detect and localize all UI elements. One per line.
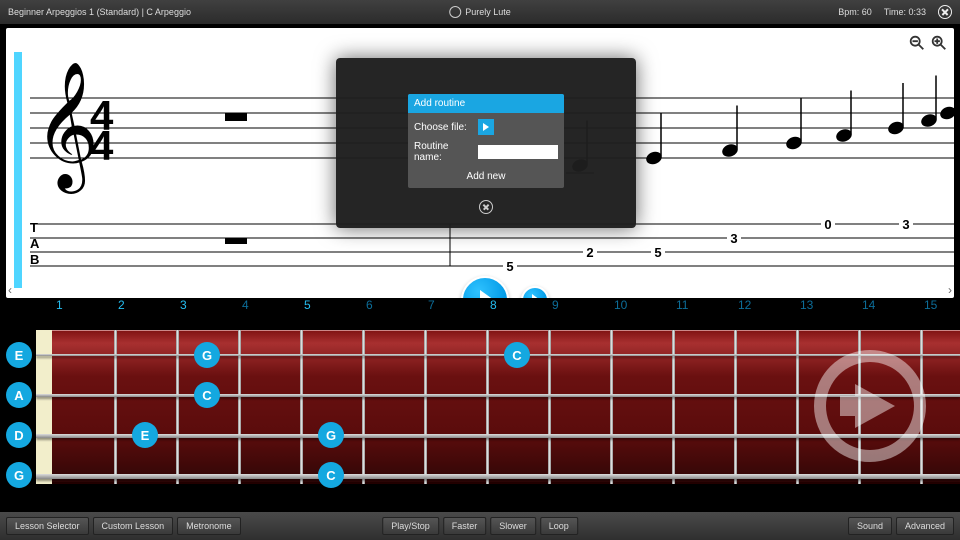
open-string-label: G — [6, 462, 32, 488]
fret-note: E — [132, 422, 158, 448]
choose-file-label: Choose file: — [414, 122, 472, 133]
fret-number: 2 — [118, 298, 180, 318]
loop-button[interactable]: Loop — [540, 517, 578, 535]
svg-text:2: 2 — [586, 245, 593, 260]
app-logo: Purely Lute — [449, 6, 511, 18]
add-new-button[interactable]: Add new — [414, 169, 558, 186]
zoom-out-icon[interactable] — [908, 34, 926, 52]
open-string-label: E — [6, 342, 32, 368]
metronome-button[interactable]: Metronome — [177, 517, 241, 535]
lesson-title: Beginner Arpeggios 1 (Standard) | C Arpe… — [8, 7, 191, 17]
fret-number: 3 — [180, 298, 242, 318]
svg-text:T: T — [30, 220, 38, 235]
fret-number: 6 — [366, 298, 428, 318]
fret-note: C — [504, 342, 530, 368]
bottombar: Lesson SelectorCustom LessonMetronome Pl… — [0, 512, 960, 540]
slower-button[interactable]: Slower — [490, 517, 536, 535]
play-icon — [480, 290, 494, 298]
fret-number: 5 — [304, 298, 366, 318]
fret-number: 15 — [924, 298, 960, 318]
scroll-right-icon[interactable]: › — [948, 283, 952, 297]
fret-number: 9 — [552, 298, 614, 318]
fret-number: 8 — [490, 298, 552, 318]
svg-text:5: 5 — [506, 259, 513, 274]
zoom-controls — [908, 34, 948, 52]
fretboard: EADGGCEGCC — [0, 318, 960, 494]
routine-name-label: Routine name: — [414, 141, 472, 163]
fret-number: 10 — [614, 298, 676, 318]
svg-text:3: 3 — [902, 218, 909, 232]
dialog-close-icon[interactable] — [479, 200, 493, 214]
open-string-label: D — [6, 422, 32, 448]
topbar: Beginner Arpeggios 1 (Standard) | C Arpe… — [0, 0, 960, 24]
fret-number: 1 — [56, 298, 118, 318]
fret-note: G — [194, 342, 220, 368]
play-button[interactable] — [461, 276, 509, 298]
close-icon[interactable] — [938, 5, 952, 19]
time-label: Time: 0:33 — [884, 7, 926, 17]
lesson-selector-button[interactable]: Lesson Selector — [6, 517, 89, 535]
fret-number: 4 — [242, 298, 304, 318]
routine-name-input[interactable] — [478, 145, 558, 159]
fret-number: 11 — [676, 298, 738, 318]
custom-lesson-button[interactable]: Custom Lesson — [93, 517, 174, 535]
open-string-label: A — [6, 382, 32, 408]
logo-label: Purely Lute — [465, 7, 511, 17]
play-stop-button[interactable]: Play/Stop — [382, 517, 439, 535]
zoom-in-icon[interactable] — [930, 34, 948, 52]
play-step-button[interactable] — [521, 286, 549, 298]
play-icon — [483, 123, 489, 131]
fret-number-row: 123456789101112131415 — [0, 298, 960, 318]
svg-text:5: 5 — [654, 245, 661, 260]
svg-text:B: B — [30, 252, 39, 267]
advanced-button[interactable]: Advanced — [896, 517, 954, 535]
logo-icon — [449, 6, 461, 18]
score-area: 𝄞 4 4 T A B 525303 ‹ › — [6, 28, 954, 298]
fret-note: C — [318, 462, 344, 488]
svg-text:A: A — [30, 236, 40, 251]
dialog-title: Add routine — [408, 94, 564, 113]
add-routine-dialog: Add routine Choose file: Routine name: A… — [336, 58, 636, 228]
choose-file-button[interactable] — [478, 119, 494, 135]
fret-number: 7 — [428, 298, 490, 318]
fret-note: G — [318, 422, 344, 448]
fret-number: 12 — [738, 298, 800, 318]
fret-number: 13 — [800, 298, 862, 318]
svg-text:0: 0 — [824, 218, 831, 232]
svg-text:3: 3 — [730, 231, 737, 246]
fret-note: C — [194, 382, 220, 408]
faster-button[interactable]: Faster — [443, 517, 487, 535]
svg-text:4: 4 — [90, 122, 114, 169]
fret-number: 14 — [862, 298, 924, 318]
advance-arrow-icon[interactable] — [810, 346, 930, 466]
string — [36, 474, 960, 479]
scroll-left-icon[interactable]: ‹ — [8, 283, 12, 297]
bpm-label: Bpm: 60 — [838, 7, 872, 17]
play-icon — [532, 294, 540, 298]
sound-button[interactable]: Sound — [848, 517, 892, 535]
playhead-strip — [14, 52, 22, 288]
